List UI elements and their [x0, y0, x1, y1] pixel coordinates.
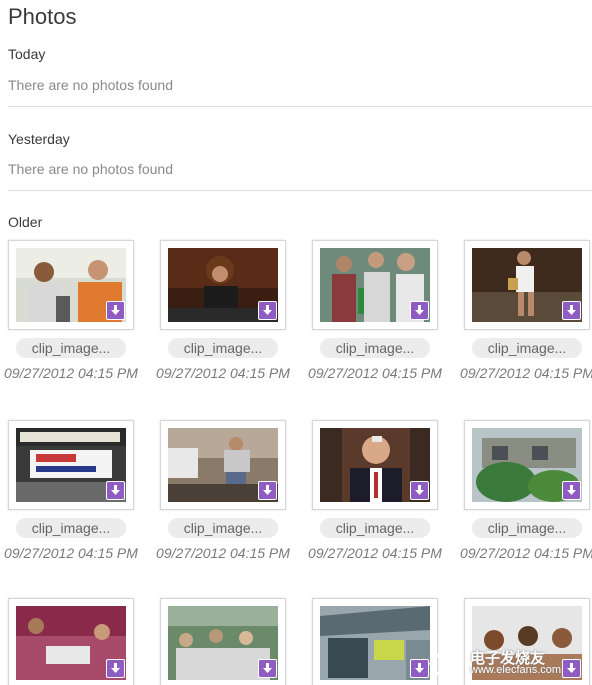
photo-frame[interactable]: [312, 598, 438, 685]
photo-frame[interactable]: [312, 420, 438, 510]
download-arrow-icon: [111, 305, 120, 315]
photo-name[interactable]: clip_image...: [16, 518, 126, 538]
photo-frame[interactable]: [160, 240, 286, 330]
photo-name[interactable]: clip_image...: [168, 338, 278, 358]
watermark-subtext: www.elecfans.com: [470, 664, 562, 676]
photo-date: 09/27/2012 04:15 PM: [156, 365, 290, 381]
divider: [8, 106, 592, 107]
photo-frame[interactable]: [8, 598, 134, 685]
section-title-yesterday: Yesterday: [8, 131, 70, 147]
photo-frame[interactable]: [464, 420, 590, 510]
download-button[interactable]: [258, 481, 277, 500]
download-arrow-icon: [263, 305, 272, 315]
photo-date: 09/27/2012 04:15 PM: [308, 365, 442, 381]
download-button[interactable]: [106, 301, 125, 320]
photo-date: 09/27/2012 04:15 PM: [156, 545, 290, 561]
photo-name[interactable]: clip_image...: [320, 518, 430, 538]
photo-frame[interactable]: [8, 420, 134, 510]
section-title-older: Older: [8, 214, 43, 230]
photo-date: 09/27/2012 04:15 PM: [4, 365, 138, 381]
empty-message-yesterday: There are no photos found: [8, 161, 174, 177]
download-button[interactable]: [410, 481, 429, 500]
section-title-today: Today: [8, 46, 46, 62]
download-arrow-icon: [263, 485, 272, 495]
download-button[interactable]: [410, 301, 429, 320]
photo-name[interactable]: clip_image...: [472, 338, 582, 358]
photo-date: 09/27/2012 04:15 PM: [460, 545, 592, 561]
download-arrow-icon: [263, 663, 272, 673]
photo-frame[interactable]: [312, 240, 438, 330]
photos-page: Photos Today There are no photos found Y…: [0, 0, 592, 685]
download-button[interactable]: [106, 481, 125, 500]
elecfans-logo-icon: [428, 651, 460, 676]
download-arrow-icon: [111, 485, 120, 495]
photo-name[interactable]: clip_image...: [320, 338, 430, 358]
photo-date: 09/27/2012 04:15 PM: [460, 365, 592, 381]
download-arrow-icon: [415, 305, 424, 315]
divider: [8, 190, 592, 191]
download-button[interactable]: [562, 481, 581, 500]
download-arrow-icon: [567, 305, 576, 315]
download-arrow-icon: [111, 663, 120, 673]
download-button[interactable]: [106, 659, 125, 678]
download-button[interactable]: [562, 301, 581, 320]
download-button[interactable]: [258, 659, 277, 678]
photo-frame[interactable]: [160, 598, 286, 685]
download-arrow-icon: [567, 485, 576, 495]
download-arrow-icon: [415, 485, 424, 495]
photo-name[interactable]: clip_image...: [472, 518, 582, 538]
photo-frame[interactable]: [464, 240, 590, 330]
download-button[interactable]: [258, 301, 277, 320]
watermark: 电子发烧友 www.elecfans.com: [426, 645, 586, 681]
photo-name[interactable]: clip_image...: [168, 518, 278, 538]
page-title: Photos: [8, 4, 77, 29]
photo-date: 09/27/2012 04:15 PM: [4, 545, 138, 561]
photo-date: 09/27/2012 04:15 PM: [308, 545, 442, 561]
photo-frame[interactable]: [160, 420, 286, 510]
photo-frame[interactable]: [8, 240, 134, 330]
photo-name[interactable]: clip_image...: [16, 338, 126, 358]
empty-message-today: There are no photos found: [8, 77, 174, 93]
